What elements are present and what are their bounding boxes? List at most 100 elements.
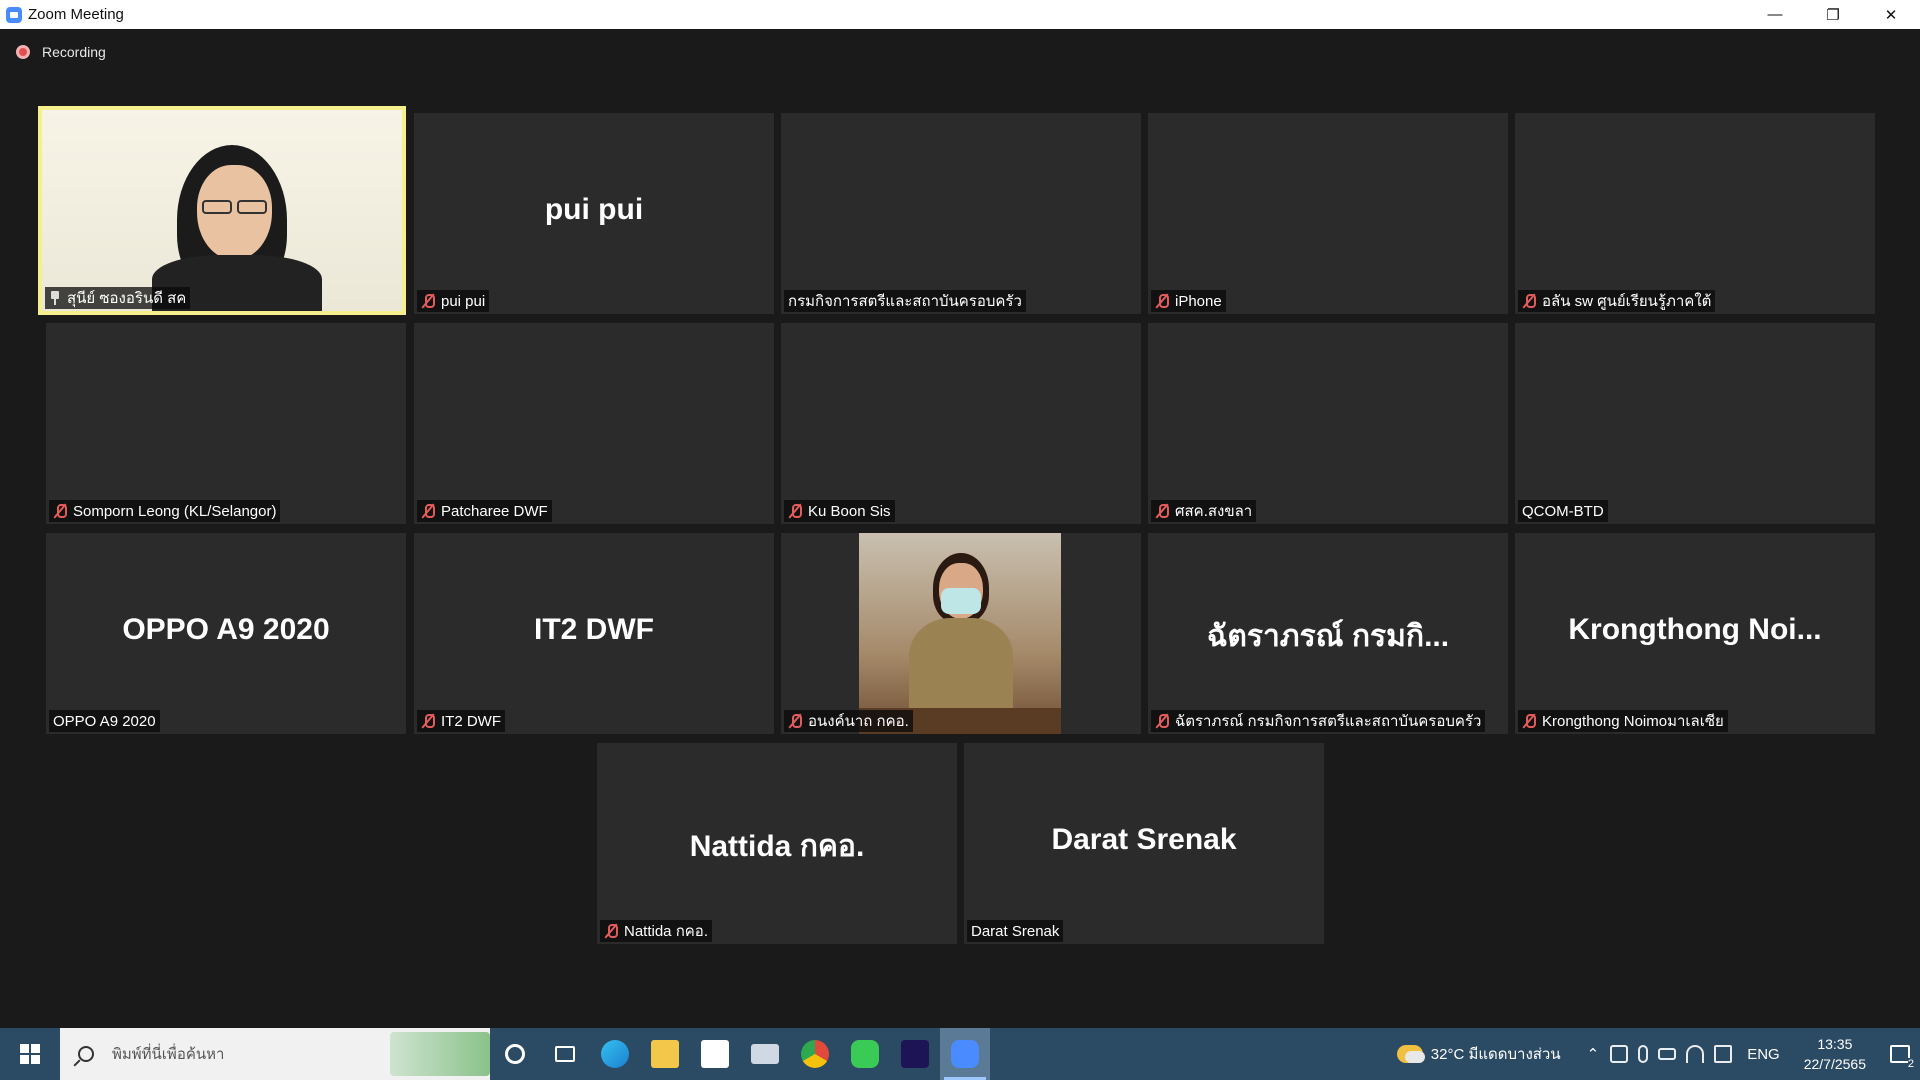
participant-display-name: pui pui [544, 193, 644, 226]
participant-tile[interactable]: อนงค์นาถ กคอ. [781, 533, 1141, 734]
search-highlight-illustration [390, 1032, 490, 1076]
muted-mic-icon [1155, 503, 1169, 519]
participant-tile[interactable]: Darat Srenak Darat Srenak [964, 743, 1324, 944]
recording-label: Recording [42, 44, 106, 60]
taskbar-search-box[interactable]: พิมพ์ที่นี่เพื่อค้นหา [60, 1028, 490, 1080]
participant-name: iPhone [1175, 292, 1222, 310]
participant-name: Darat Srenak [971, 922, 1060, 940]
pin-icon [49, 291, 61, 305]
muted-mic-icon [1522, 293, 1536, 309]
participant-display-name: Krongthong Noi... [1568, 613, 1822, 646]
participant-tile[interactable]: สุนีย์ ซองอรินดี สค [38, 106, 406, 315]
participant-name: สุนีย์ ซองอรินดี สค [67, 290, 187, 307]
chevron-up-icon[interactable]: ⌃ [1587, 1045, 1600, 1063]
participant-display-name: ฉัตราภรณ์ กรมกิ... [1206, 620, 1450, 653]
participant-name-label: QCOM-BTD [1518, 500, 1608, 522]
muted-mic-icon [53, 503, 67, 519]
participant-tile[interactable]: Nattida กคอ. Nattida กคอ. [597, 743, 957, 944]
muted-mic-icon [421, 293, 435, 309]
microphone-icon[interactable] [1638, 1045, 1649, 1063]
participant-tile[interactable]: pui pui pui pui [414, 113, 774, 314]
line-icon[interactable] [840, 1028, 890, 1080]
participant-name-label: OPPO A9 2020 [49, 710, 160, 732]
participant-name: OPPO A9 2020 [53, 712, 156, 730]
battery-icon[interactable] [1658, 1048, 1677, 1060]
participant-name-label: Darat Srenak [967, 920, 1064, 942]
muted-mic-icon [788, 503, 802, 519]
participant-name-label: Krongthong Noimoมาเลเซีย [1518, 710, 1728, 732]
participant-tile[interactable]: ฉัตราภรณ์ กรมกิ... ฉัตราภรณ์ กรมกิจการสต… [1148, 533, 1508, 734]
task-view-icon[interactable] [540, 1028, 590, 1080]
muted-mic-icon [1155, 293, 1169, 309]
recording-indicator[interactable]: Recording [16, 44, 106, 60]
participant-name: Somporn Leong (KL/Selangor) [73, 502, 277, 520]
chrome-icon[interactable] [790, 1028, 840, 1080]
participant-video [859, 533, 1061, 734]
minimize-button[interactable]: — [1746, 0, 1804, 29]
participant-tile[interactable]: Somporn Leong (KL/Selangor) [46, 323, 406, 524]
participant-tile[interactable]: อลัน sw ศูนย์เรียนรู้ภาคใต้ [1515, 113, 1875, 314]
clock[interactable]: 13:35 22/7/2565 [1804, 1034, 1866, 1074]
zoom-app-icon [6, 6, 22, 23]
close-button[interactable]: ✕ [1862, 0, 1920, 29]
participant-name-label: ศสค.สงขลา [1151, 500, 1257, 522]
participant-tile[interactable]: iPhone [1148, 113, 1508, 314]
file-explorer-icon[interactable] [640, 1028, 690, 1080]
participant-name-label: อลัน sw ศูนย์เรียนรู้ภาคใต้ [1518, 290, 1716, 312]
window-title: Zoom Meeting [28, 6, 124, 23]
participant-video [42, 110, 402, 311]
weather-text[interactable]: 32°C มีแดดบางส่วน [1431, 1042, 1561, 1066]
language-indicator[interactable]: ENG [1747, 1046, 1780, 1063]
participant-name-label: Patcharee DWF [417, 500, 552, 522]
participant-tile[interactable]: IT2 DWF IT2 DWF [414, 533, 774, 734]
participant-display-name: OPPO A9 2020 [122, 613, 330, 646]
window-controls: — ❐ ✕ [1746, 0, 1920, 29]
cortana-icon[interactable] [490, 1028, 540, 1080]
clock-date: 22/7/2565 [1803, 1056, 1866, 1072]
participant-name-label: iPhone [1151, 290, 1226, 312]
participant-name: IT2 DWF [441, 712, 501, 730]
meet-now-icon[interactable] [1610, 1045, 1629, 1063]
participant-tile[interactable]: QCOM-BTD [1515, 323, 1875, 524]
muted-mic-icon [1522, 713, 1536, 729]
muted-mic-icon [788, 713, 802, 729]
participant-name-label: อนงค์นาถ กคอ. [784, 710, 913, 732]
participant-name-label: pui pui [417, 290, 490, 312]
wifi-icon[interactable] [1686, 1045, 1705, 1063]
system-tray: 32°C มีแดดบางส่วน ⌃ ENG 13:35 22/7/2565 … [1396, 1028, 1920, 1080]
participant-tile[interactable]: Ku Boon Sis [781, 323, 1141, 524]
muted-mic-icon [604, 923, 618, 939]
participant-name-label: สุนีย์ ซองอรินดี สค [45, 287, 191, 309]
muted-mic-icon [421, 713, 435, 729]
start-button[interactable] [0, 1028, 60, 1080]
participant-name: Ku Boon Sis [808, 502, 891, 520]
mail-icon[interactable] [740, 1028, 790, 1080]
participant-tile[interactable]: OPPO A9 2020 OPPO A9 2020 [46, 533, 406, 734]
meeting-gallery: Recording สุนีย์ ซองอรินดี สค pui pui pu… [0, 29, 1920, 1028]
participant-name: ศสค.สงขลา [1175, 503, 1253, 520]
participant-tile[interactable]: ศสค.สงขลา [1148, 323, 1508, 524]
participant-name-label: IT2 DWF [417, 710, 505, 732]
zoom-icon[interactable] [940, 1028, 990, 1080]
participant-name: Krongthong Noimoมาเลเซีย [1542, 713, 1724, 730]
muted-mic-icon [421, 503, 435, 519]
participant-tile[interactable]: Krongthong Noi... Krongthong Noimoมาเลเซ… [1515, 533, 1875, 734]
participant-tile[interactable]: กรมกิจการสตรีและสถาบันครอบครัว [781, 113, 1141, 314]
edge-icon[interactable] [590, 1028, 640, 1080]
participant-name: QCOM-BTD [1522, 502, 1604, 520]
participant-name: อนงค์นาถ กคอ. [808, 713, 909, 730]
participant-name-label: กรมกิจการสตรีและสถาบันครอบครัว [784, 290, 1026, 312]
participant-name-label: ฉัตราภรณ์ กรมกิจการสตรีและสถาบันครอบครัว [1151, 710, 1486, 732]
premiere-icon[interactable] [890, 1028, 940, 1080]
participant-tile[interactable]: Patcharee DWF [414, 323, 774, 524]
notification-center-button[interactable]: 2 [1880, 1028, 1920, 1080]
participant-name: Patcharee DWF [441, 502, 548, 520]
participant-name-label: Ku Boon Sis [784, 500, 895, 522]
restore-button[interactable]: ❐ [1804, 0, 1862, 29]
participant-display-name: Darat Srenak [1051, 823, 1237, 856]
notification-count: 2 [1907, 1058, 1914, 1070]
windows-logo-icon [20, 1044, 40, 1064]
clock-time: 13:35 [1817, 1036, 1853, 1052]
store-icon[interactable] [690, 1028, 740, 1080]
volume-icon[interactable] [1714, 1045, 1733, 1063]
